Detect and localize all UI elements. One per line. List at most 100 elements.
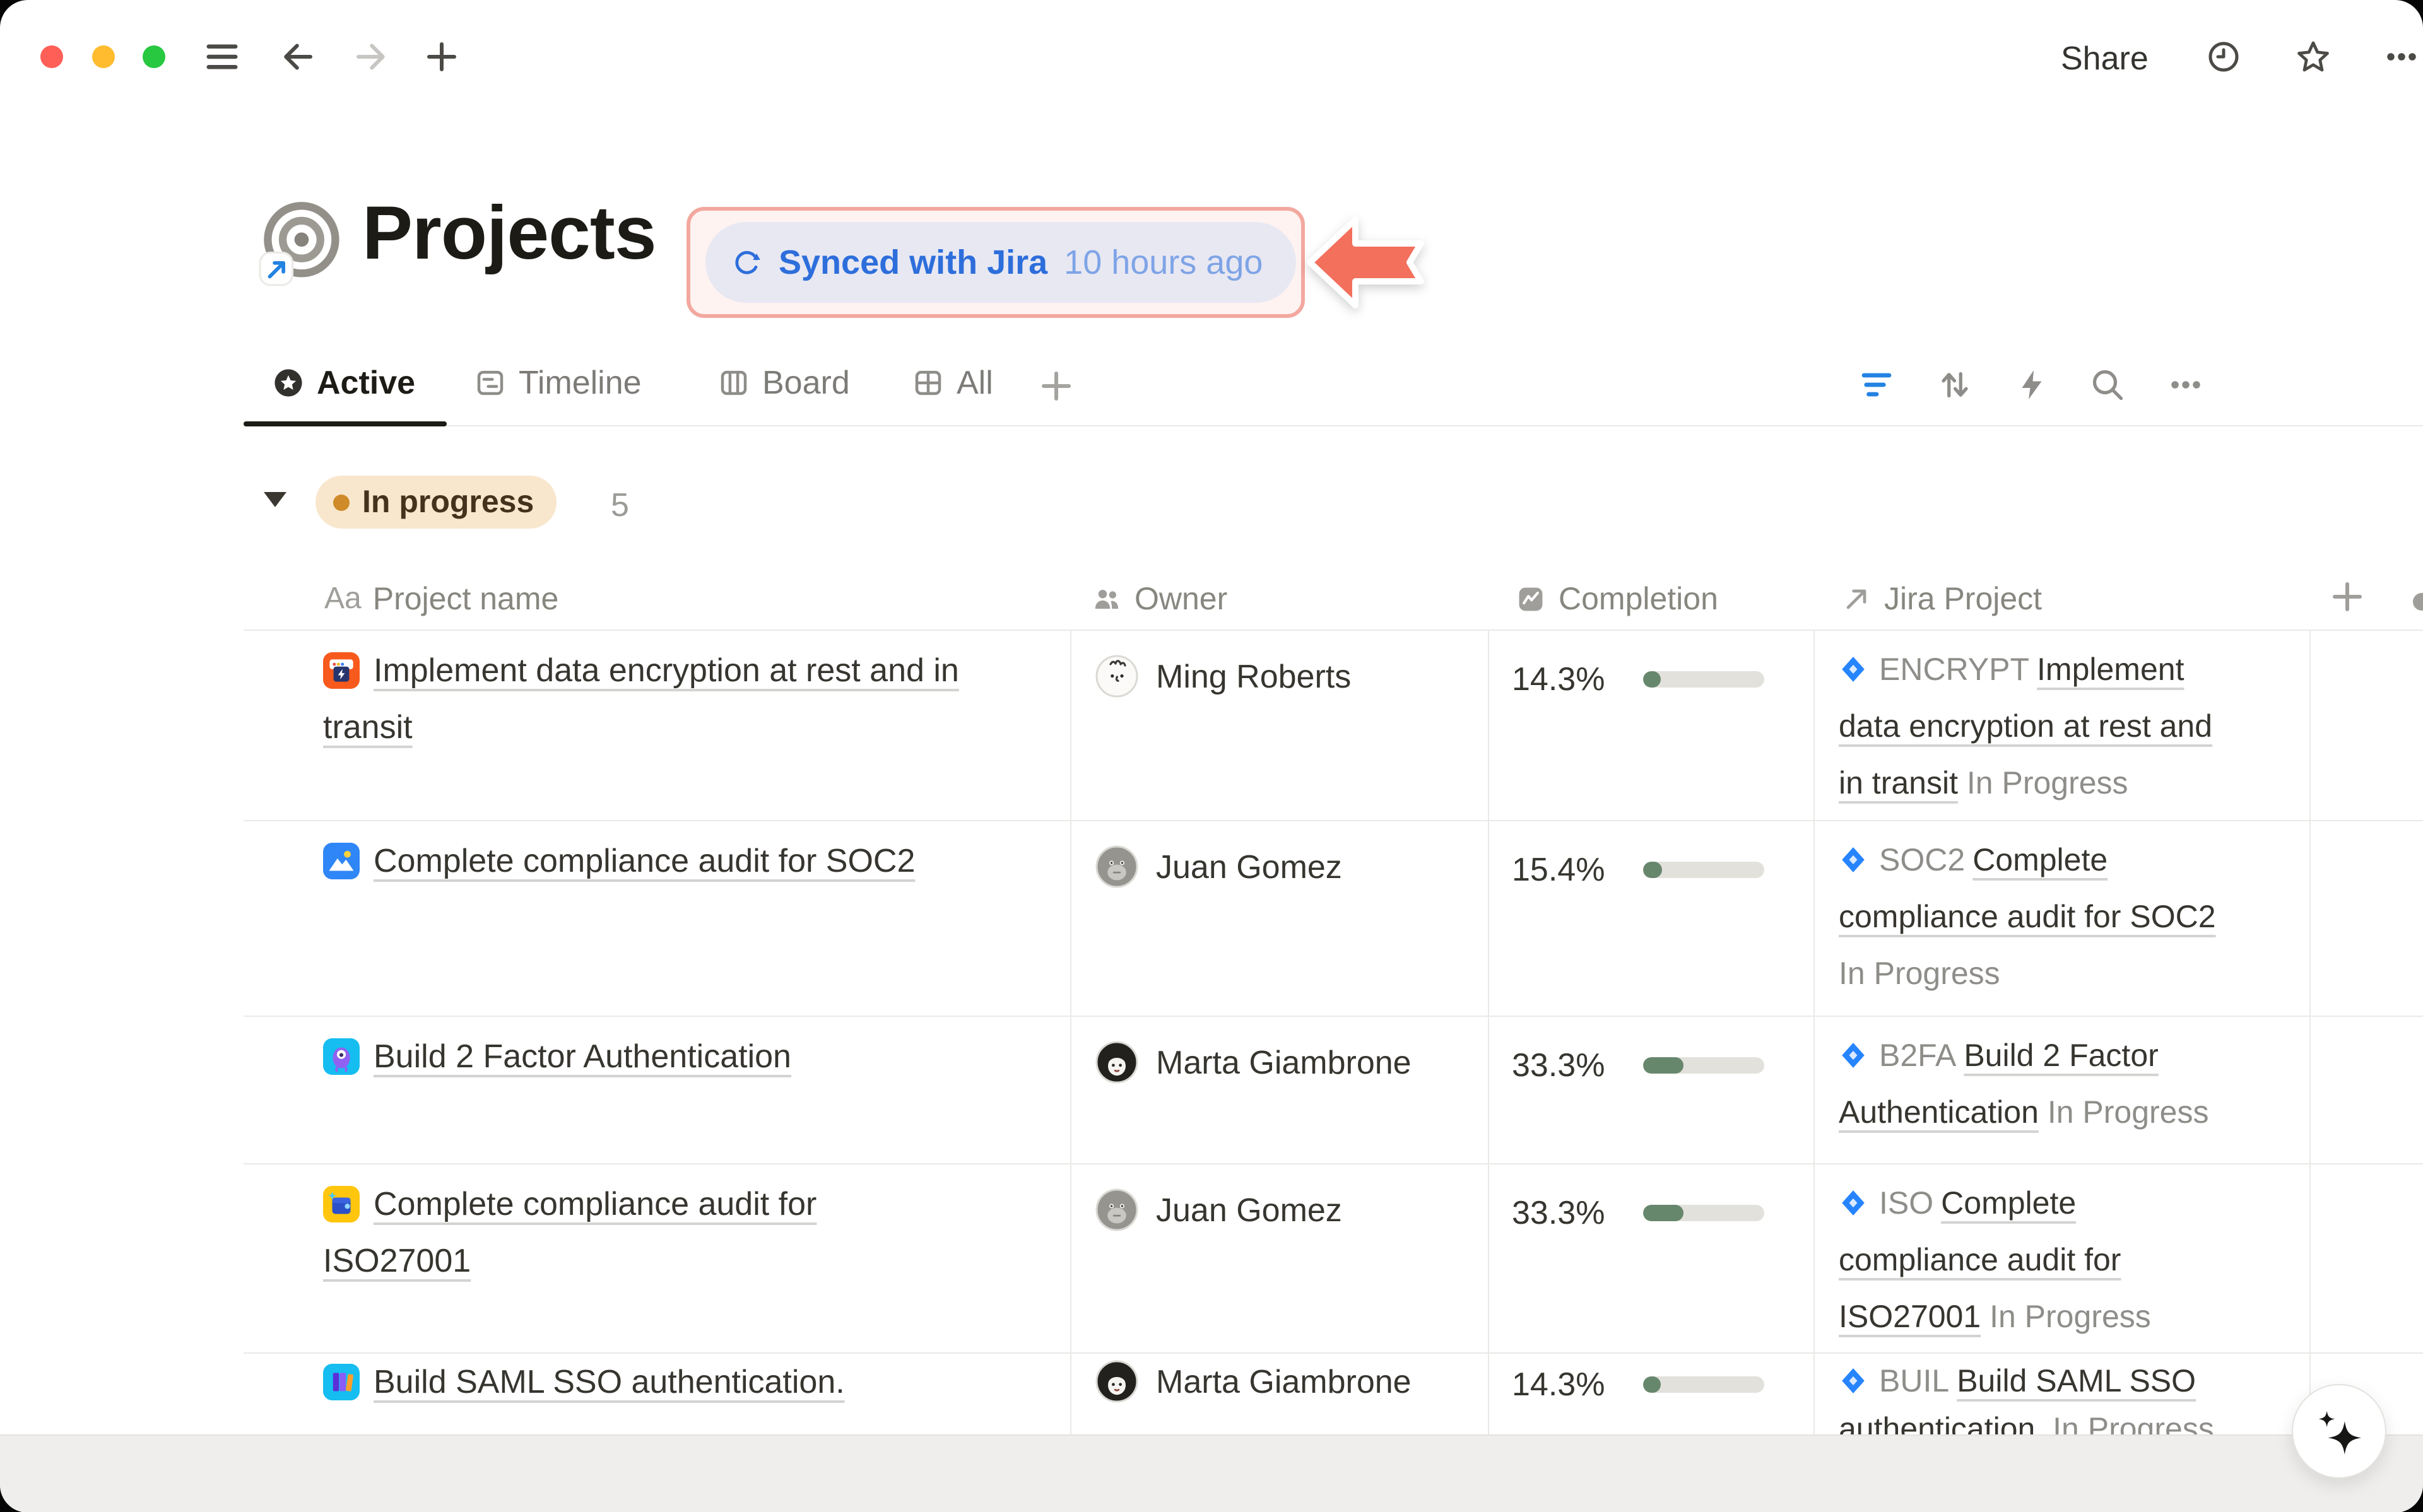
tab-all[interactable]: All xyxy=(911,363,993,402)
completion-cell[interactable]: 14.3% xyxy=(1488,630,1813,698)
window-bottom-strip xyxy=(0,1434,2423,1512)
board-icon xyxy=(717,366,751,400)
minimize-window-button[interactable] xyxy=(92,45,115,68)
photo-blue-icon xyxy=(323,843,360,879)
column-header-label: Owner xyxy=(1135,581,1227,618)
history-clock-icon[interactable] xyxy=(2205,38,2243,76)
jira-issue-key: SOC2 xyxy=(1879,843,1965,878)
tab-active[interactable]: Active xyxy=(271,363,415,402)
progress-bar-fill xyxy=(1643,1057,1683,1074)
completion-cell[interactable]: 33.3% xyxy=(1488,1016,1813,1084)
jira-diamond-icon xyxy=(1839,845,1868,874)
table-bottom-border xyxy=(0,1434,2423,1436)
jira-issue-status: In Progress xyxy=(1990,1299,2151,1335)
progress-bar xyxy=(1643,671,1764,688)
close-window-button[interactable] xyxy=(40,45,63,68)
wallet-orange-icon xyxy=(323,652,360,689)
column-divider xyxy=(2309,630,2311,1434)
tab-label: Timeline xyxy=(519,363,642,402)
chart-icon xyxy=(1514,583,1547,616)
project-name-link[interactable]: Build SAML SSO authentication. xyxy=(374,1363,845,1400)
owner-cell[interactable]: Juan Gomez xyxy=(1070,1163,1488,1231)
column-header-project-name[interactable]: Aa Project name xyxy=(324,570,558,628)
project-name-link[interactable]: Build 2 Factor Authentication xyxy=(374,1037,791,1075)
group-collapse-icon[interactable] xyxy=(264,492,286,507)
jira-project-cell[interactable]: SOC2Complete compliance audit for SOC2 I… xyxy=(1813,820,2309,1003)
column-options-icon[interactable] xyxy=(2413,593,2423,611)
share-button[interactable]: Share xyxy=(2061,39,2149,78)
owner-name: Ming Roberts xyxy=(1156,655,1351,698)
more-options-icon[interactable] xyxy=(2383,38,2420,76)
project-name-link[interactable]: Implement data encryption at rest and in… xyxy=(323,651,959,746)
jira-issue-key: ISO xyxy=(1879,1186,1933,1221)
add-column-icon[interactable] xyxy=(2328,578,2366,616)
project-name-cell[interactable]: Complete compliance audit for ISO27001 xyxy=(244,1163,1070,1289)
automation-icon[interactable] xyxy=(2013,366,2051,404)
progress-bar-fill xyxy=(1643,1376,1661,1393)
favorite-star-icon[interactable] xyxy=(2294,38,2332,76)
project-name-cell[interactable]: Build 2 Factor Authentication xyxy=(244,1016,1070,1085)
forward-icon[interactable] xyxy=(352,38,390,76)
column-header-label: Jira Project xyxy=(1884,581,2042,618)
project-name-cell[interactable]: Build SAML SSO authentication. xyxy=(244,1352,1070,1405)
progress-bar xyxy=(1643,1376,1764,1393)
owner-cell[interactable]: Juan Gomez xyxy=(1070,820,1488,888)
column-header-completion[interactable]: Completion xyxy=(1514,570,1718,628)
progress-bar xyxy=(1643,1205,1764,1221)
search-icon[interactable] xyxy=(2089,366,2126,404)
tab-label: Active xyxy=(317,363,415,402)
new-tab-icon[interactable] xyxy=(423,38,461,76)
progress-bar-fill xyxy=(1643,671,1661,688)
owner-name: Marta Giambrone xyxy=(1156,1360,1412,1403)
project-name-cell[interactable]: Complete compliance audit for SOC2 xyxy=(244,820,1070,889)
star-circle-icon xyxy=(271,366,305,400)
page-icon-target[interactable] xyxy=(259,199,347,288)
text-property-icon: Aa xyxy=(324,582,362,617)
tab-board[interactable]: Board xyxy=(717,363,850,402)
notion-ai-button[interactable] xyxy=(2292,1384,2386,1479)
progress-bar-fill xyxy=(1643,1205,1683,1221)
jira-project-cell[interactable]: ISOComplete compliance audit for ISO2700… xyxy=(1813,1163,2309,1346)
sort-icon[interactable] xyxy=(1936,366,1974,404)
view-options-icon[interactable] xyxy=(2167,366,2205,404)
sync-icon xyxy=(731,247,762,278)
window-topbar: Share xyxy=(0,0,2423,114)
jira-sync-badge[interactable]: Synced with Jira 10 hours ago xyxy=(705,222,1295,303)
jira-issue-key: BUIL xyxy=(1879,1364,1949,1399)
owner-cell[interactable]: Marta Giambrone xyxy=(1070,1352,1488,1403)
owner-cell[interactable]: Ming Roberts xyxy=(1070,630,1488,698)
progress-bar-fill xyxy=(1643,862,1662,878)
completion-value: 33.3% xyxy=(1512,1046,1623,1084)
owner-cell[interactable]: Marta Giambrone xyxy=(1070,1016,1488,1084)
project-name-link[interactable]: Complete compliance audit for SOC2 xyxy=(374,841,915,879)
completion-cell[interactable]: 14.3% xyxy=(1488,1352,1813,1403)
tab-label: Board xyxy=(762,363,850,402)
add-view-icon[interactable] xyxy=(1037,367,1075,405)
timeline-icon xyxy=(473,366,507,400)
back-icon[interactable] xyxy=(279,38,317,76)
sync-badge-time: 10 hours ago xyxy=(1064,243,1263,282)
sidebar-menu-icon[interactable] xyxy=(203,38,241,76)
filter-icon[interactable] xyxy=(1858,366,1895,404)
tab-timeline[interactable]: Timeline xyxy=(473,363,642,402)
jira-issue-key: ENCRYPT xyxy=(1879,652,2029,688)
column-header-jira-project[interactable]: Jira Project xyxy=(1840,570,2042,628)
people-icon xyxy=(1090,583,1123,616)
jira-issue-status: In Progress xyxy=(2048,1095,2209,1130)
jira-project-cell[interactable]: B2FABuild 2 Factor Authentication In Pro… xyxy=(1813,1016,2309,1142)
zoom-window-button[interactable] xyxy=(143,45,165,68)
completion-cell[interactable]: 15.4% xyxy=(1488,820,1813,888)
jira-project-cell[interactable]: ENCRYPTImplement data encryption at rest… xyxy=(1813,630,2309,812)
project-name-cell[interactable]: Implement data encryption at rest and in… xyxy=(244,630,1070,756)
group-status-badge[interactable]: In progress xyxy=(315,476,557,529)
project-name-link[interactable]: Complete compliance audit for ISO27001 xyxy=(323,1185,817,1279)
column-header-owner[interactable]: Owner xyxy=(1090,570,1227,628)
books-cyan-icon xyxy=(323,1364,360,1400)
arrow-up-right-icon xyxy=(1840,583,1873,616)
owner-name: Marta Giambrone xyxy=(1156,1041,1412,1084)
column-header-label: Project name xyxy=(373,581,559,618)
jira-diamond-icon xyxy=(1839,655,1868,684)
completion-cell[interactable]: 33.3% xyxy=(1488,1163,1813,1231)
sync-badge-label: Synced with Jira xyxy=(779,243,1047,282)
progress-bar xyxy=(1643,862,1764,878)
